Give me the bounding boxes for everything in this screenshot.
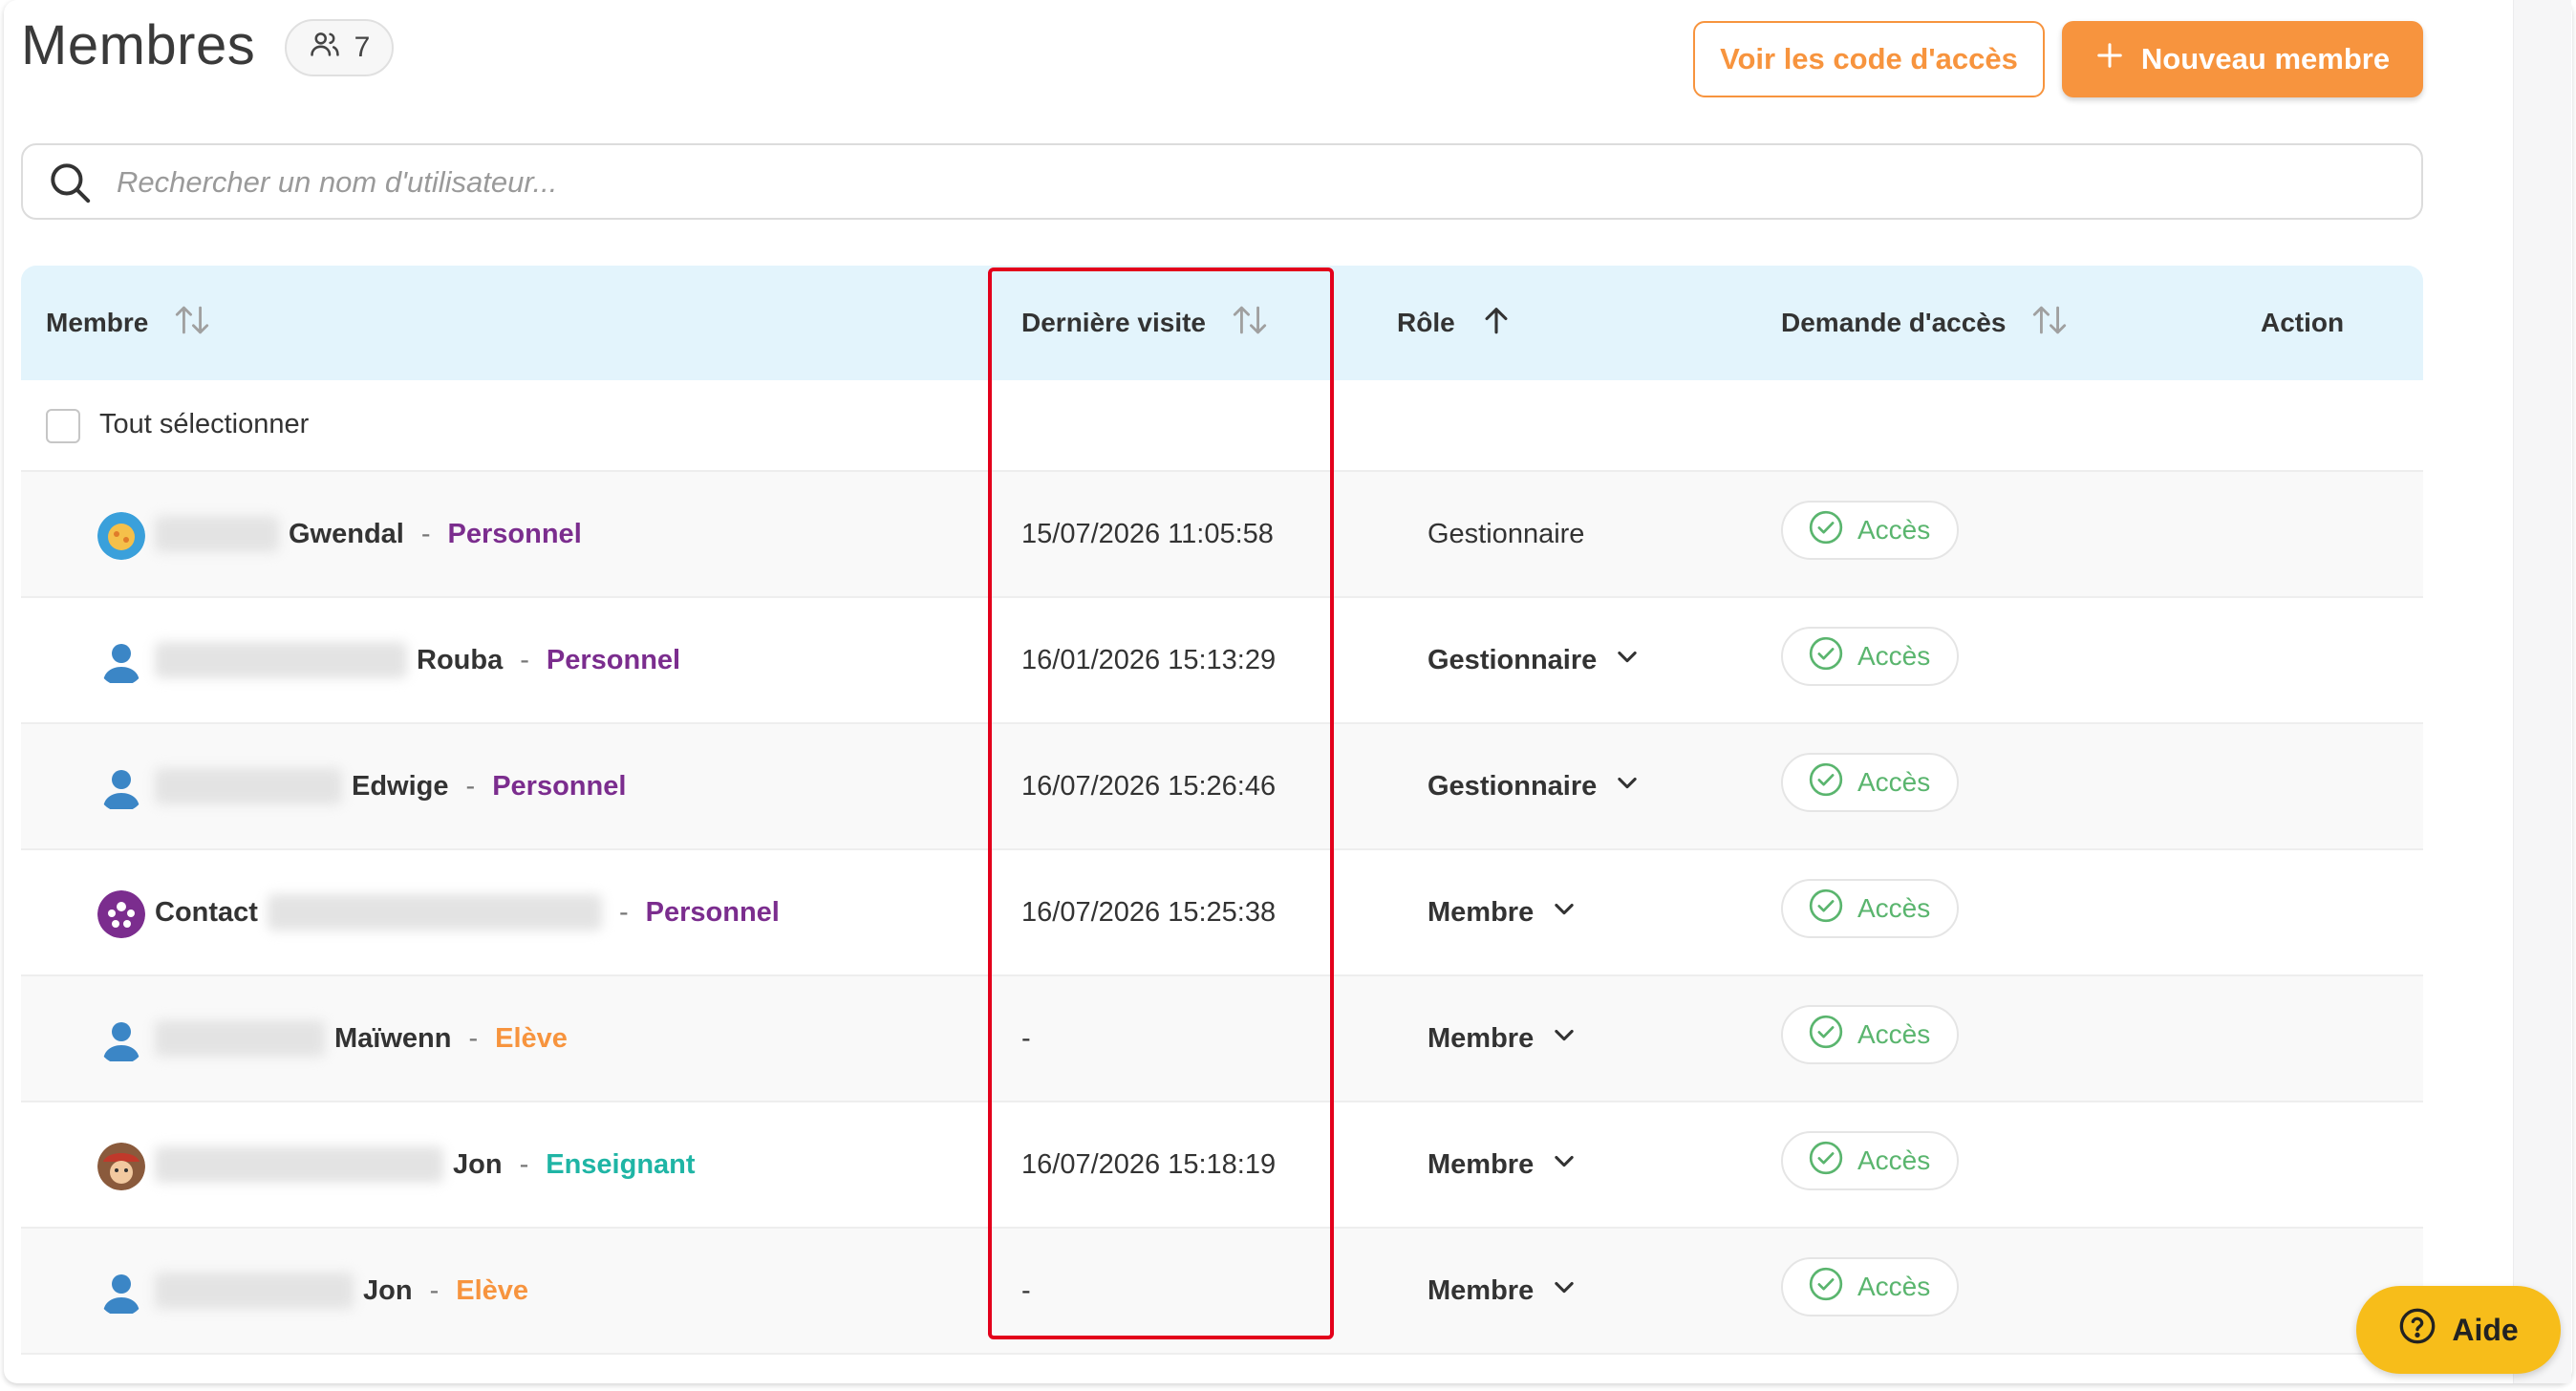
arrow-up-icon[interactable] [1480,303,1513,344]
avatar [97,890,145,938]
check-circle-icon [1808,888,1844,931]
access-label: Accès [1857,641,1931,671]
new-member-label: Nouveau membre [2140,42,2391,75]
member-type: Elève [495,1022,568,1054]
avatar [97,638,145,686]
avatar [97,1016,145,1064]
role-dropdown[interactable]: Membre [1428,1102,1578,1227]
chevron-down-icon [1551,1147,1578,1182]
member-first-name: Contact [155,896,258,928]
sort-icon[interactable] [173,303,211,344]
check-circle-icon [1808,635,1844,678]
column-member-label: Membre [46,308,149,337]
member-type: Personnel [546,644,681,675]
redacted-name [267,894,602,931]
access-label: Accès [1857,1145,1931,1175]
chevron-down-icon [1614,769,1641,803]
access-badge[interactable]: Accès [1781,1131,1959,1190]
member-name: Edwige - Personnel [155,724,626,848]
check-circle-icon [1808,509,1844,552]
role-dropdown[interactable]: Membre [1428,1229,1578,1353]
access-label: Accès [1857,767,1931,797]
column-member[interactable]: Membre [46,266,211,380]
member-type: Elève [456,1274,529,1306]
column-action-label: Action [2261,308,2345,337]
access-badge[interactable]: Accès [1781,1257,1959,1316]
member-type: Personnel [492,770,627,802]
redacted-name [155,1146,443,1183]
avatar [97,1143,145,1190]
member-count: 7 [354,32,371,63]
member-name: Jon - Elève [155,1229,528,1353]
column-role-label: Rôle [1397,308,1455,337]
member-first-name: Maïwenn [334,1022,452,1054]
sort-icon[interactable] [2030,303,2069,344]
access-badge[interactable]: Accès [1781,753,1959,812]
view-access-codes-button[interactable]: Voir les code d'accès [1693,21,2045,97]
access-badge[interactable]: Accès [1781,1005,1959,1064]
role-dropdown[interactable]: Gestionnaire [1428,724,1641,848]
member-first-name: Rouba [417,644,504,675]
member-name: Maïwenn - Elève [155,976,568,1101]
scroll-area[interactable] [2513,0,2571,1383]
select-all-label: Tout sélectionner [99,409,310,439]
avatar [97,512,145,560]
member-first-name: Jon [363,1274,413,1306]
member-first-name: Gwendal [289,518,404,549]
member-name: Gwendal - Personnel [155,472,582,596]
search-icon [46,159,94,211]
redacted-name [155,768,342,804]
select-all-checkbox[interactable] [46,409,80,443]
access-badge[interactable]: Accès [1781,879,1959,938]
access-label: Accès [1857,1272,1931,1301]
question-circle-icon [2398,1307,2436,1353]
column-role[interactable]: Rôle [1397,266,1513,380]
column-access-request[interactable]: Demande d'accès [1781,266,2069,380]
chevron-down-icon [1551,1273,1578,1308]
help-label: Aide [2452,1312,2519,1347]
check-circle-icon [1808,1014,1844,1057]
page-title: Membres [21,14,256,76]
redacted-name [155,516,279,552]
member-name: Rouba - Personnel [155,598,680,722]
access-badge[interactable]: Accès [1781,501,1959,560]
member-name: Contact - Personnel [155,850,780,974]
redacted-name [155,642,407,678]
column-action: Action [2261,266,2344,380]
last-visit-highlight [988,268,1334,1339]
role-dropdown[interactable]: Membre [1428,976,1578,1101]
member-type: Enseignant [546,1148,696,1180]
member-type: Personnel [645,896,780,928]
redacted-name [155,1020,325,1057]
check-circle-icon [1808,761,1844,804]
access-label: Accès [1857,893,1931,923]
member-count-badge: 7 [285,19,394,76]
help-button[interactable]: Aide [2356,1286,2561,1374]
search-bar [21,143,2423,220]
check-circle-icon [1808,1266,1844,1309]
role-dropdown[interactable]: Gestionnaire [1428,598,1641,722]
avatar [97,1269,145,1316]
redacted-name [155,1273,354,1309]
access-label: Accès [1857,1019,1931,1049]
check-circle-icon [1808,1140,1844,1183]
access-badge[interactable]: Accès [1781,627,1959,686]
users-icon [309,28,341,68]
member-type: Personnel [447,518,582,549]
chevron-down-icon [1551,1021,1578,1056]
member-first-name: Jon [453,1148,503,1180]
search-input[interactable] [115,153,2393,212]
role-dropdown[interactable]: Membre [1428,850,1578,974]
member-first-name: Edwige [352,770,449,802]
chevron-down-icon [1551,895,1578,930]
plus-icon [2095,41,2124,77]
role-label: Gestionnaire [1428,518,1585,549]
column-access-request-label: Demande d'accès [1781,308,2007,337]
chevron-down-icon [1614,643,1641,677]
access-label: Accès [1857,515,1931,545]
avatar [97,764,145,812]
member-name: Jon - Enseignant [155,1102,696,1227]
new-member-button[interactable]: Nouveau membre [2062,21,2423,97]
